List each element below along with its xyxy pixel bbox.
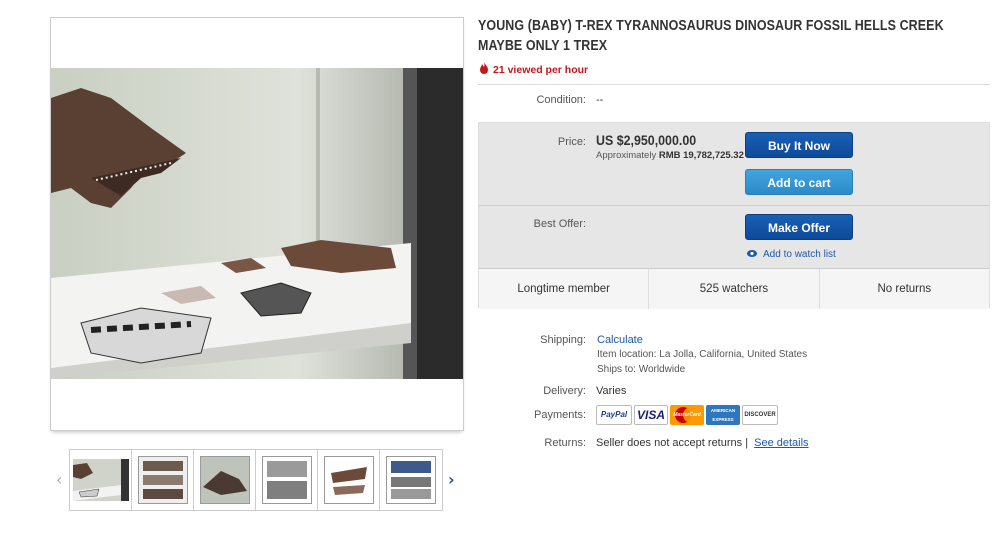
price-label: Price: xyxy=(557,136,586,148)
returns-value: Seller does not accept returns | See det… xyxy=(596,437,809,449)
thumbnail-image xyxy=(262,456,312,504)
views-text: 21 viewed per hour xyxy=(493,63,589,76)
thumbnail-2[interactable] xyxy=(132,450,194,510)
eye-icon xyxy=(747,249,757,260)
thumbnail-5[interactable] xyxy=(318,450,380,510)
buy-it-now-button[interactable]: Buy It Now xyxy=(745,132,853,158)
watch-list-label: Add to watch list xyxy=(763,249,836,260)
add-to-watch-list-link[interactable]: Add to watch list xyxy=(747,249,836,260)
thumbnail-4[interactable] xyxy=(256,450,318,510)
approx-label: Approximately xyxy=(596,150,657,161)
views-indicator: 21 viewed per hour xyxy=(479,62,588,77)
see-details-link[interactable]: See details xyxy=(754,437,808,449)
flame-icon xyxy=(479,62,489,77)
thumbnail-image xyxy=(138,456,188,504)
thumbnail-prev-icon[interactable]: ‹ xyxy=(56,470,62,489)
delivery-value: Varies xyxy=(596,385,627,397)
thumbnail-strip xyxy=(69,449,443,511)
thumbnail-image xyxy=(324,456,374,504)
shipping-label: Shipping: xyxy=(540,334,586,346)
item-title: YOUNG (BABY) T-REX TYRANNOSAURUS DINOSAU… xyxy=(478,18,944,54)
delivery-label: Delivery: xyxy=(543,385,586,397)
condition-value: -- xyxy=(596,94,604,106)
item-location: Item location: La Jolla, California, Uni… xyxy=(597,349,808,360)
watchers-count: 525 watchers xyxy=(649,269,820,309)
approx-value: RMB 19,782,725.32 xyxy=(658,150,744,161)
thumbnail-1[interactable] xyxy=(70,450,132,510)
longtime-member-badge: Longtime member xyxy=(479,269,650,309)
visa-logo: VISA xyxy=(634,405,668,425)
best-offer-label: Best Offer: xyxy=(533,218,586,230)
make-offer-button[interactable]: Make Offer xyxy=(745,214,853,240)
thumbnail-image xyxy=(200,456,250,504)
returns-label: Returns: xyxy=(544,437,586,449)
mastercard-text: MasterCard xyxy=(673,412,701,418)
returns-badge: No returns xyxy=(877,283,932,295)
thumbnail-3[interactable] xyxy=(194,450,256,510)
returns-text: Seller does not accept returns | xyxy=(596,437,749,449)
divider xyxy=(478,84,990,85)
mastercard-logo: MasterCard xyxy=(670,405,704,425)
amex-logo: AMERICAN EXPRESS xyxy=(706,405,740,425)
thumbnail-next-icon[interactable]: › xyxy=(448,470,455,489)
ships-to: Ships to: Worldwide xyxy=(597,364,686,375)
price-approximation: Approximately RMB 19,782,725.32 xyxy=(596,150,744,161)
payments-label: Payments: xyxy=(534,409,586,421)
price-value: US $2,950,000.00 xyxy=(596,133,697,148)
calculate-shipping-link[interactable]: Calculate xyxy=(597,334,643,346)
main-product-image[interactable] xyxy=(51,68,463,379)
discover-logo: DISCOVER xyxy=(742,405,778,425)
add-to-cart-button[interactable]: Add to cart xyxy=(745,169,853,195)
thumbnail-6[interactable] xyxy=(380,450,442,510)
paypal-logo: PayPal xyxy=(596,405,632,425)
divider xyxy=(479,205,989,206)
stats-bar: Longtime member 525 watchers No returns xyxy=(479,268,989,309)
thumbnail-image xyxy=(73,459,129,501)
condition-label: Condition: xyxy=(536,94,586,106)
thumbnail-image xyxy=(386,456,436,504)
